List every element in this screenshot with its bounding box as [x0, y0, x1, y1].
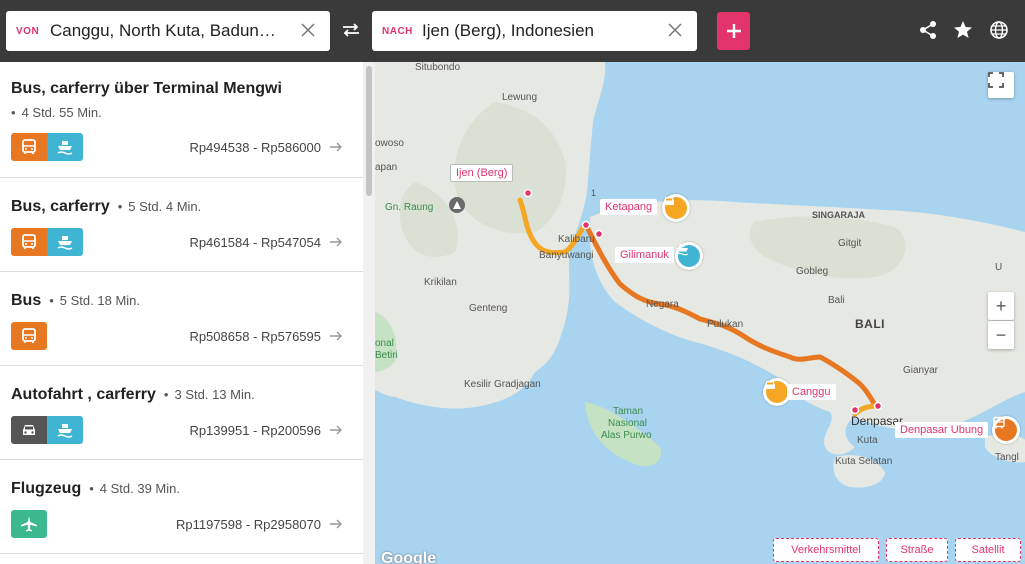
route-price: Rp461584 - Rp547054: [189, 235, 321, 250]
swap-icon[interactable]: [340, 19, 362, 41]
map-label: Tangl: [995, 452, 1019, 463]
map-label: Genteng: [469, 303, 508, 314]
place-gilimanuk-label[interactable]: Gilimanuk: [615, 247, 674, 263]
clear-to-icon[interactable]: [665, 20, 685, 40]
map-label: Gobleg: [796, 266, 829, 277]
zoom-in-button[interactable]: +: [988, 292, 1014, 320]
plane-icon: [11, 510, 47, 538]
route-price: Rp508658 - Rp576595: [189, 329, 321, 344]
map-label: Situbondo: [415, 62, 461, 73]
map-label: Nasional: [608, 418, 647, 429]
route-title: Bus, carferry • 5 Std. 4 Min.: [11, 198, 202, 215]
route-item[interactable]: Bus, carferry • 5 Std. 4 Min. Rp461584 - R…: [0, 178, 363, 272]
map-label: Krikilan: [424, 277, 457, 288]
map-label: Gn. Raung: [385, 202, 434, 213]
from-tag: VON: [16, 25, 40, 37]
map-label: BALI: [855, 317, 885, 331]
map-label: Kesilir Gradjagan: [464, 379, 541, 390]
ferry-icon: [47, 416, 83, 444]
map-label: tian: [995, 262, 1011, 273]
top-bar: VON Canggu, North Kuta, Badung... NACH I…: [0, 0, 1025, 62]
map-label: Gianyar: [903, 365, 939, 376]
bus-icon: [11, 228, 47, 256]
route-title: Bus • 5 Std. 18 Min.: [11, 292, 141, 309]
place-denpasar-ubung-label[interactable]: Denpasar Ubung: [895, 422, 989, 438]
layer-traffic-button[interactable]: Verkehrsmittel: [773, 538, 879, 562]
map-label: apan: [375, 162, 398, 173]
globe-icon[interactable]: [989, 20, 1009, 40]
transport-modes: [11, 133, 83, 161]
route-title: Flugzeug • 4 Std. 39 Min.: [11, 480, 180, 497]
to-field[interactable]: NACH Ijen (Berg), Indonesien: [372, 11, 697, 51]
scrollbar-thumb[interactable]: [366, 66, 372, 196]
route-item[interactable]: Bus • 5 Std. 18 Min. Rp508658 - Rp576595: [0, 272, 363, 366]
route-duration: • 4 Std. 55 Min.: [11, 105, 102, 120]
fullscreen-icon: [988, 72, 1004, 88]
map-label: Kuta: [857, 435, 878, 446]
route-item[interactable]: Flugzeug • 4 Std. 39 Min. Rp1197598 - Rp29…: [0, 460, 363, 554]
map-label: Bali: [828, 295, 845, 306]
map-label: Betiri: [375, 350, 398, 361]
layer-satellite-button[interactable]: Satellit: [955, 538, 1021, 562]
to-input[interactable]: Ijen (Berg), Indonesien: [422, 21, 594, 41]
to-tag: NACH: [382, 25, 413, 37]
google-logo: Google: [381, 550, 437, 564]
clear-from-icon[interactable]: [298, 20, 318, 40]
bus-icon[interactable]: [992, 416, 1020, 444]
route-list: Bus, carferry über Terminal Mengwi • 4 St…: [0, 62, 375, 564]
taxi-icon[interactable]: [662, 194, 690, 222]
map-label: Kuta Selatan: [835, 456, 893, 467]
map-label: Taman: [613, 406, 644, 417]
route-title: Bus, carferry über Terminal Mengwi: [11, 80, 282, 97]
map[interactable]: Situbondo Lewung owoso apan Gn. Raung Kr…: [375, 62, 1025, 564]
transport-modes: [11, 416, 83, 444]
map-label: Negara: [646, 299, 679, 310]
map-label: Lewung: [502, 92, 538, 103]
map-label: Gitgit: [838, 238, 862, 249]
map-label: onal: [375, 338, 394, 349]
arrow-right-icon[interactable]: [329, 329, 343, 343]
route-item[interactable]: Bus, carferry über Terminal Mengwi • 4 St…: [0, 62, 363, 178]
map-label: Alas Purwo: [601, 430, 652, 441]
place-ijen-label[interactable]: Ijen (Berg): [450, 164, 514, 182]
map-label: Kalibaru: [558, 234, 595, 245]
place-canggu-label[interactable]: Canggu: [787, 384, 836, 400]
arrow-right-icon[interactable]: [329, 235, 343, 249]
transport-modes: [11, 510, 47, 538]
bus-icon: [11, 322, 47, 350]
route-title: Autofahrt , carferry • 3 Std. 13 Min.: [11, 386, 255, 403]
from-field[interactable]: VON Canggu, North Kuta, Badung...: [6, 11, 330, 51]
map-label: 1: [591, 188, 597, 198]
arrow-right-icon[interactable]: [329, 517, 343, 531]
zoom-out-button[interactable]: −: [988, 321, 1014, 349]
transport-modes: [11, 228, 83, 256]
share-icon[interactable]: [918, 20, 938, 40]
ferry-icon[interactable]: [675, 242, 703, 270]
bus-icon: [11, 133, 47, 161]
route-price: Rp1197598 - Rp2958070: [175, 517, 321, 532]
map-label: owoso: [375, 138, 404, 149]
transport-modes: [11, 322, 47, 350]
fullscreen-button[interactable]: [988, 72, 1014, 98]
route-price: Rp494538 - Rp586000: [189, 140, 321, 155]
add-destination-button[interactable]: [717, 12, 750, 50]
plus-icon: [726, 24, 741, 38]
star-icon[interactable]: [953, 20, 973, 40]
map-label: Banyuwangi: [539, 250, 594, 261]
from-input[interactable]: Canggu, North Kuta, Badung...: [50, 21, 282, 41]
ferry-icon: [47, 133, 83, 161]
arrow-right-icon[interactable]: [329, 423, 343, 437]
sidebar-scrollbar[interactable]: [363, 62, 375, 564]
layer-road-button[interactable]: Straße: [886, 538, 948, 562]
map-label: SINGARAJA: [812, 210, 866, 220]
place-ketapang-label[interactable]: Ketapang: [600, 199, 658, 215]
car-icon: [11, 416, 47, 444]
arrow-right-icon[interactable]: [329, 140, 343, 154]
route-price: Rp139951 - Rp200596: [189, 423, 321, 438]
ferry-icon: [47, 228, 83, 256]
map-label: Pulukan: [707, 319, 744, 330]
route-item[interactable]: Autofahrt , carferry • 3 Std. 13 Min. Rp13…: [0, 366, 363, 460]
